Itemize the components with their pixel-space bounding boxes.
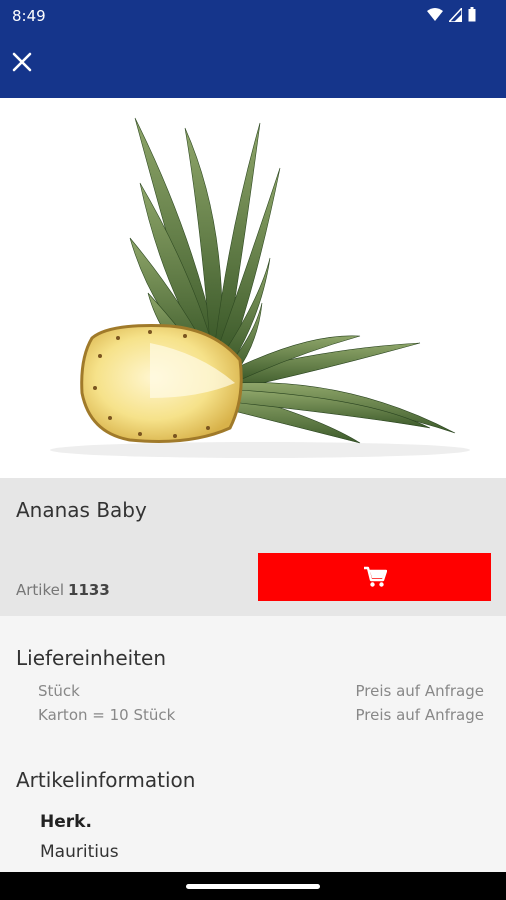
status-time: 8:49 (12, 7, 46, 25)
product-header: Ananas Baby Artikel 1133 (0, 478, 506, 616)
article-value: 1133 (68, 581, 110, 599)
battery-icon (468, 7, 476, 22)
home-gesture-handle[interactable] (186, 884, 320, 889)
status-icons (427, 7, 476, 22)
shopping-cart-icon (363, 566, 387, 587)
close-icon (12, 52, 32, 72)
system-navigation-bar (0, 872, 506, 900)
unit-price: Preis auf Anfrage (355, 682, 484, 700)
unit-name: Stück (38, 682, 80, 700)
unit-price: Preis auf Anfrage (355, 706, 484, 724)
app-bar (0, 30, 506, 98)
delivery-unit-row: Karton = 10 Stück Preis auf Anfrage (38, 706, 484, 728)
status-bar: 8:49 (0, 0, 506, 30)
origin-label: Herk. (40, 812, 92, 832)
article-label: Artikel (16, 581, 65, 599)
origin-value: Mauritius (40, 842, 119, 862)
wifi-icon (427, 7, 443, 21)
product-image (0, 98, 506, 478)
delivery-unit-row: Stück Preis auf Anfrage (38, 682, 484, 704)
article-number: Artikel 1133 (16, 581, 110, 599)
close-button[interactable] (6, 46, 38, 78)
add-to-cart-button[interactable] (258, 553, 491, 601)
pineapple-illustration (50, 117, 470, 458)
product-details: Liefereinheiten Stück Preis auf Anfrage … (0, 616, 506, 872)
unit-name: Karton = 10 Stück (38, 706, 176, 724)
product-name: Ananas Baby (16, 498, 147, 522)
article-info-heading: Artikelinformation (16, 768, 196, 792)
delivery-units-heading: Liefereinheiten (16, 646, 167, 670)
signal-icon (449, 7, 462, 22)
